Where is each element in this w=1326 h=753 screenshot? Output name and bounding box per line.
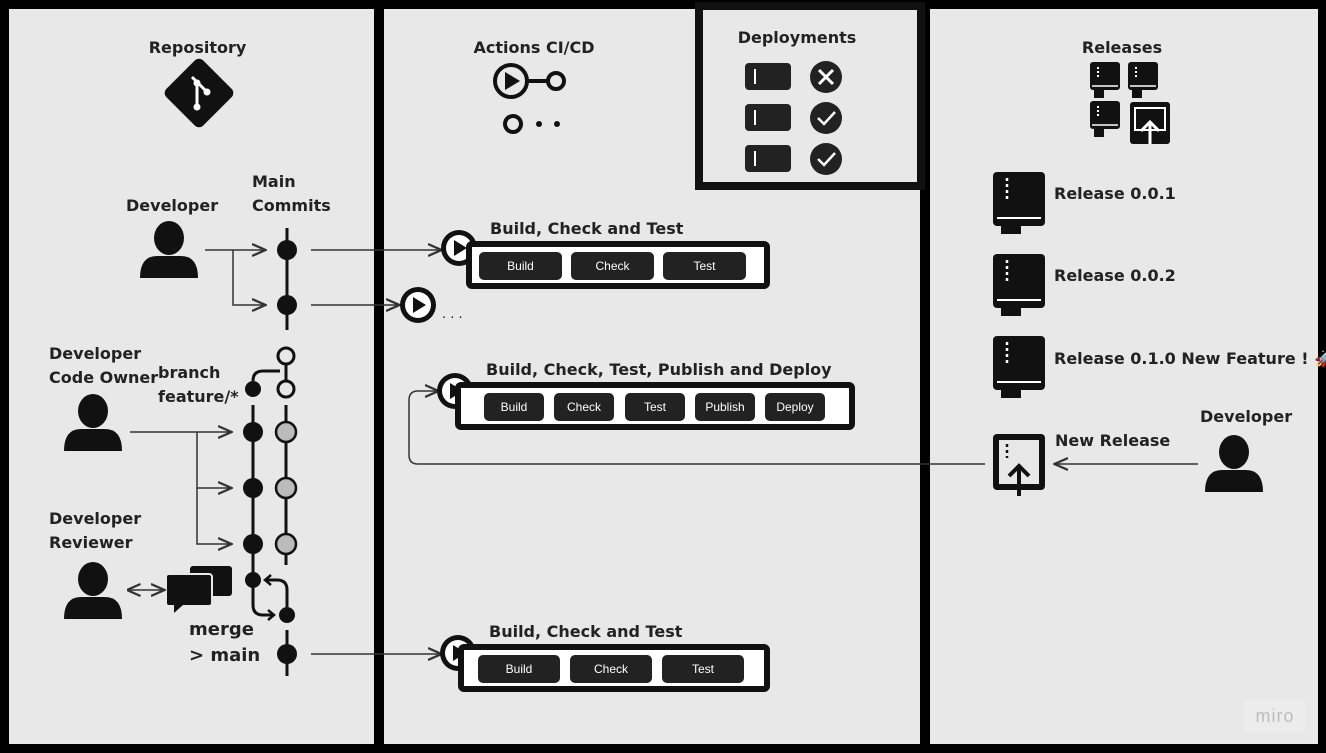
pipeline-3-step-build[interactable]: Build	[478, 655, 560, 683]
pipeline-2-step-deploy[interactable]: Deploy	[765, 393, 825, 421]
release-item-1: Release 0.0.1	[1054, 184, 1176, 203]
reviewer-label-2: Reviewer	[49, 533, 133, 552]
pipeline-1-step-build[interactable]: Build	[479, 252, 562, 280]
releases-icon-group	[1090, 62, 1170, 144]
branch-label-2: feature/*	[158, 387, 239, 406]
play-button-icons	[400, 230, 477, 671]
deployments-title: Deployments	[737, 28, 857, 47]
pipeline-3-title: Build, Check and Test	[489, 622, 683, 641]
pipeline-2-step-publish[interactable]: Publish	[695, 393, 755, 421]
main-commits-label-2: Commits	[252, 196, 331, 215]
pipeline-2: Build Check Test Publish Deploy	[455, 382, 855, 430]
pipeline-1-step-test[interactable]: Test	[663, 252, 746, 280]
release-book-icons	[993, 172, 1045, 398]
releases-title: Releases	[1081, 38, 1163, 57]
pipeline-2-title: Build, Check, Test, Publish and Deploy	[486, 360, 832, 379]
pipeline-1-step-check[interactable]: Check	[571, 252, 654, 280]
release-developer-label: Developer	[1200, 407, 1293, 426]
branch-label-1: branch	[158, 363, 221, 382]
person-icon-reviewer	[64, 562, 122, 619]
pipeline-2-step-build[interactable]: Build	[484, 393, 544, 421]
pipeline-3-step-test[interactable]: Test	[662, 655, 744, 683]
pipeline-3-step-check[interactable]: Check	[570, 655, 652, 683]
actions-title: Actions CI/CD	[473, 38, 595, 57]
repository-title: Repository	[148, 38, 247, 57]
new-release-label: New Release	[1055, 431, 1171, 450]
merge-label-1: merge	[189, 619, 254, 640]
pipeline-2-step-check[interactable]: Check	[554, 393, 614, 421]
release-item-2: Release 0.0.2	[1054, 266, 1176, 285]
main-commits-label-1: Main	[252, 172, 296, 191]
person-icon-developer	[140, 221, 198, 278]
pending-ellipsis: . . .	[442, 307, 463, 322]
git-icon	[164, 58, 234, 128]
reviewer-label-1: Developer	[49, 509, 142, 528]
pipeline-1: Build Check Test	[466, 241, 770, 289]
code-owner-label-1: Developer	[49, 344, 142, 363]
merge-label-2: > main	[189, 645, 261, 666]
pipeline-2-step-test[interactable]: Test	[625, 393, 685, 421]
pipeline-1-title: Build, Check and Test	[490, 219, 684, 238]
new-release-icon	[993, 434, 1045, 496]
pipeline-3: Build Check Test	[458, 644, 770, 692]
code-owner-label-2: Code Owner	[49, 368, 159, 387]
release-item-3: Release 0.1.0 New Feature ! 🚀	[1054, 349, 1326, 368]
person-icon-code-owner	[64, 394, 122, 451]
feature-branch-graph	[243, 346, 298, 623]
chat-bubbles-icon	[165, 566, 232, 613]
developer-label: Developer	[126, 196, 219, 215]
person-icon-release-developer	[1205, 435, 1263, 492]
miro-watermark: miro	[1244, 700, 1306, 732]
actions-icon	[493, 63, 566, 134]
